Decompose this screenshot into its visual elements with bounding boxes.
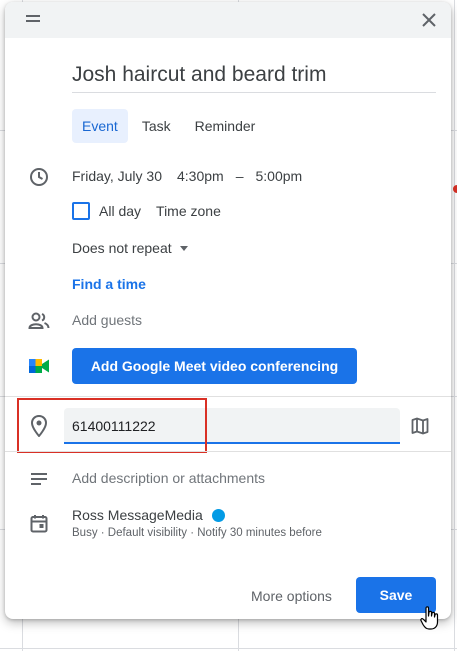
all-day-row: All day Time zone: [72, 202, 221, 220]
calendar-details[interactable]: Busy · Default visibility · Notify 30 mi…: [72, 527, 322, 539]
google-meet-icon: [27, 354, 51, 378]
timezone-link[interactable]: Time zone: [156, 203, 221, 219]
close-icon: [422, 13, 436, 27]
divider: [5, 396, 451, 397]
dialog-header[interactable]: [5, 2, 451, 38]
chevron-down-icon: [179, 245, 188, 251]
map-icon: [411, 417, 429, 435]
event-date[interactable]: Friday, July 30: [72, 168, 162, 184]
divider: [5, 451, 451, 452]
all-day-checkbox[interactable]: [72, 202, 90, 220]
add-guests-input[interactable]: Add guests: [72, 312, 142, 328]
calendar-icon: [27, 511, 51, 535]
event-start-time[interactable]: 4:30pm: [177, 168, 224, 184]
repeat-label: Does not repeat: [72, 240, 172, 256]
background-event-marker: [453, 185, 457, 193]
repeat-dropdown[interactable]: Does not repeat: [72, 240, 188, 256]
people-icon: [27, 309, 51, 333]
calendar-selector[interactable]: Ross MessageMedia: [72, 507, 225, 523]
description-input[interactable]: Add description or attachments: [72, 470, 265, 486]
calendar-name: Ross MessageMedia: [72, 507, 203, 523]
description-lines-icon: [27, 467, 51, 491]
add-google-meet-button[interactable]: Add Google Meet video conferencing: [72, 348, 357, 384]
tab-task[interactable]: Task: [132, 109, 181, 143]
event-type-tabs: Event Task Reminder: [72, 109, 265, 143]
grid-line: [454, 0, 455, 651]
event-datetime: Friday, July 30 4:30pm – 5:00pm: [72, 168, 302, 184]
close-button[interactable]: [417, 8, 441, 32]
annotation-highlight-box: [17, 398, 207, 453]
tab-event[interactable]: Event: [72, 109, 128, 143]
drag-handle-icon[interactable]: [26, 15, 40, 23]
find-a-time-link[interactable]: Find a time: [72, 276, 146, 292]
tab-reminder[interactable]: Reminder: [185, 109, 266, 143]
event-dialog: Josh haircut and beard trim Event Task R…: [5, 2, 451, 619]
event-title-input[interactable]: Josh haircut and beard trim: [72, 58, 436, 93]
grid-line: [0, 648, 457, 649]
time-dash: –: [235, 168, 244, 184]
event-end-time[interactable]: 5:00pm: [256, 168, 303, 184]
clock-icon: [27, 165, 51, 189]
map-button[interactable]: [408, 414, 432, 438]
more-options-button[interactable]: More options: [241, 578, 342, 614]
calendar-color-dot: [211, 508, 225, 522]
hand-cursor-icon: [420, 606, 439, 630]
all-day-label[interactable]: All day: [99, 203, 141, 219]
